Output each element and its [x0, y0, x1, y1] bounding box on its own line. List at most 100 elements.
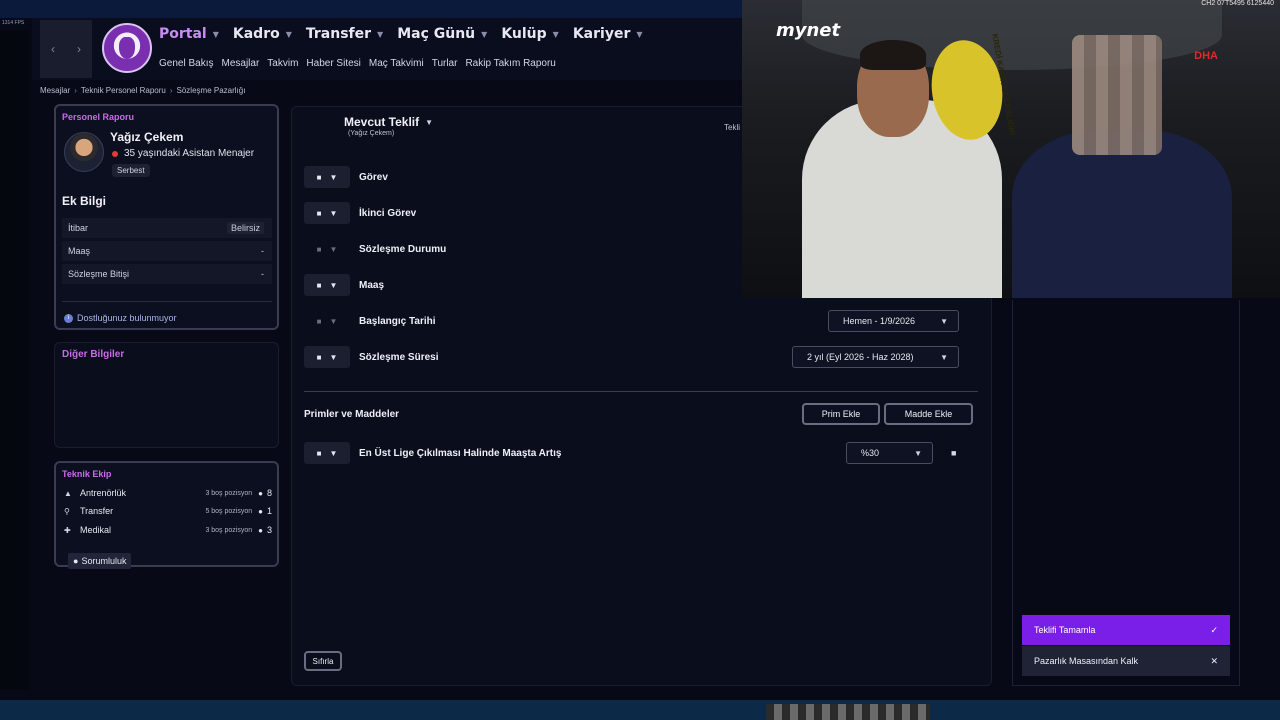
add-bonus-button[interactable]: Prim Ekle	[802, 403, 880, 425]
chevron-down-icon: ▼	[552, 29, 559, 39]
contract-length-select[interactable]: 2 yıl (Eyl 2026 - Haz 2028) ▼	[792, 346, 959, 368]
lock-icon: ■	[316, 208, 322, 218]
staff-row-medikal[interactable]: ✚ Medikal 3 boş pozisyon ● 3	[64, 522, 272, 538]
dha-watermark: DHA	[1194, 50, 1218, 62]
chevron-right-icon: ›	[77, 42, 81, 56]
chevron-down-icon: ▼	[285, 29, 292, 39]
nav-label: Kulüp	[501, 26, 547, 42]
subnav-mac-takvimi[interactable]: Maç Takvimi	[369, 58, 424, 69]
clause-value-select[interactable]: %30 ▼	[846, 442, 933, 464]
fps-counter: 1314 FPS	[2, 20, 25, 26]
role-text: 35 yaşındaki Asistan Menajer	[124, 148, 255, 159]
nav-kulup[interactable]: Kulüp ▼	[501, 26, 559, 42]
complete-offer-button[interactable]: Teklifi Tamamla ✓	[1022, 615, 1230, 645]
term-label: İkinci Görev	[359, 207, 417, 219]
blurred-face	[1072, 35, 1162, 155]
nav-kariyer[interactable]: Kariyer ▼	[573, 26, 643, 42]
term-label: Sözleşme Durumu	[359, 243, 447, 255]
check-icon: ✓	[1210, 624, 1218, 635]
breadcrumb-teknik-personel[interactable]: Teknik Personel Raporu	[81, 86, 166, 95]
breadcrumb: Mesajlar › Teknik Personel Raporu › Sözleş…	[40, 86, 245, 95]
offer-subtitle: (Yağız Çekem)	[348, 130, 395, 137]
lock-toggle[interactable]: ■ ▼	[304, 202, 350, 224]
offer-side-label: Tekli	[724, 123, 741, 132]
lock-toggle[interactable]: ■ ▼	[304, 346, 350, 368]
lock-toggle[interactable]: ■ ▼	[304, 238, 350, 260]
video-overlay: KREDİ KARTI GEÇERLİDİR mynet CH2 07T5495…	[742, 0, 1280, 298]
offer-title: Mevcut Teklif	[344, 115, 420, 129]
pixelated-overlay	[766, 704, 930, 720]
start-date-select[interactable]: Hemen - 1/9/2026 ▼	[828, 310, 959, 332]
bottom-strip	[0, 700, 1280, 720]
lock-toggle[interactable]: ■ ▼	[304, 274, 350, 296]
lock-toggle[interactable]: ■ ▼	[304, 442, 350, 464]
divider	[304, 391, 978, 392]
flag-icon	[112, 150, 118, 157]
leave-negotiation-label: Pazarlık Masasından Kalk	[1034, 656, 1139, 666]
chevron-left-icon: ‹	[51, 42, 55, 56]
subnav-genel-bakis[interactable]: Genel Bakış	[159, 58, 213, 69]
other-info-panel: Diğer Bilgiler	[54, 342, 279, 448]
select-value: %30	[861, 448, 880, 458]
nav-portal[interactable]: Portal ▼	[159, 26, 219, 42]
info-value: -	[261, 269, 264, 279]
subnav-mesajlar[interactable]: Mesajlar	[221, 58, 259, 69]
reset-button[interactable]: Sıfırla	[304, 651, 342, 671]
person-icon: ●	[258, 525, 263, 535]
responsibility-button[interactable]: ● Sorumluluk	[68, 553, 132, 569]
chevron-down-icon: ▼	[329, 208, 338, 218]
trash-icon[interactable]: ■	[951, 448, 956, 458]
chevron-down-icon: ▼	[329, 172, 338, 182]
breadcrumb-mesajlar[interactable]: Mesajlar	[40, 86, 70, 95]
chevron-down-icon: ▼	[329, 244, 338, 254]
magnifier-icon: ⚲	[64, 506, 70, 516]
back-button[interactable]: ‹	[40, 20, 66, 78]
chevron-down-icon: ▼	[914, 448, 922, 458]
lock-icon: ■	[316, 352, 322, 362]
whistle-icon: ▲	[64, 488, 72, 498]
nav-label: Transfer	[305, 26, 372, 42]
nav-kadro[interactable]: Kadro ▼	[233, 26, 292, 42]
ek-bilgi-title: Ek Bilgi	[62, 194, 107, 208]
staff-row-transfer[interactable]: ⚲ Transfer 5 boş pozisyon ● 1	[64, 503, 272, 519]
leave-negotiation-button[interactable]: Pazarlık Masasından Kalk ✕	[1022, 646, 1230, 676]
game-screen: 1314 FPS ‹ › Portal ▼ Kadro ▼ Transfer ▼ Ma…	[0, 0, 1280, 720]
chevron-down-icon: ▼	[940, 316, 948, 326]
nav-mac-gunu[interactable]: Maç Günü ▼	[397, 26, 487, 42]
info-row-maas: Maaş -	[62, 241, 272, 261]
open-positions: 3 boş pozisyon	[205, 526, 253, 534]
nav-label: Maç Günü	[397, 26, 476, 42]
lock-icon: ■	[316, 280, 322, 290]
add-clause-button[interactable]: Madde Ekle	[884, 403, 973, 425]
forward-button[interactable]: ›	[66, 20, 92, 78]
responsibility-label: Sorumluluk	[81, 556, 127, 566]
panel-label: Teknik Ekip	[62, 469, 112, 479]
lock-icon: ■	[316, 244, 322, 254]
subnav-turlar[interactable]: Turlar	[432, 58, 458, 69]
club-logo[interactable]	[102, 23, 152, 73]
left-edge	[0, 30, 30, 690]
chevron-down-icon: ▼	[329, 352, 338, 362]
info-row-sozlesme-bitisi: Sözleşme Bitişi -	[62, 264, 272, 284]
sub-nav: Genel Bakış Mesajlar Takvim Haber Sitesi…	[159, 58, 564, 69]
technical-staff-panel: Teknik Ekip ▲ Antrenörlük 3 boş pozisyon…	[54, 461, 279, 569]
clause-label: En Üst Lige Çıkılması Halinde Maaşta Art…	[359, 447, 562, 459]
bonuses-title: Primler ve Maddeler	[304, 409, 400, 420]
nav-transfer[interactable]: Transfer ▼	[306, 26, 383, 42]
main-nav: Portal ▼ Kadro ▼ Transfer ▼ Maç Günü ▼ Kulüp…	[159, 26, 657, 42]
video-corner-code: CH2 07T5495 6125440	[1201, 0, 1274, 7]
lock-toggle[interactable]: ■ ▼	[304, 310, 350, 332]
term-label: Maaş	[359, 279, 385, 291]
staff-name[interactable]: Yağız Çekem	[110, 130, 183, 144]
lock-toggle[interactable]: ■ ▼	[304, 166, 350, 188]
staff-row-label: Antrenörlük	[80, 488, 127, 498]
offer-dropdown[interactable]: Mevcut Teklif ▼	[344, 115, 433, 129]
chevron-down-icon: ▼	[329, 316, 338, 326]
subnav-takvim[interactable]: Takvim	[267, 58, 298, 69]
staff-row-antrenorluk[interactable]: ▲ Antrenörlük 3 boş pozisyon ● 8	[64, 485, 272, 501]
subnav-rakip-takim-raporu[interactable]: Rakip Takım Raporu	[465, 58, 555, 69]
nav-label: Kadro	[232, 26, 280, 42]
subnav-haber-sitesi[interactable]: Haber Sitesi	[306, 58, 360, 69]
people-icon: ●	[73, 556, 79, 566]
info-value: -	[261, 246, 264, 256]
